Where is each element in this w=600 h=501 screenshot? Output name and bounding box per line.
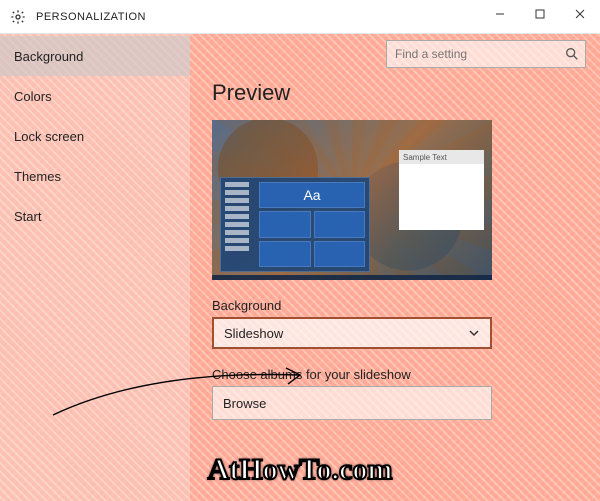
- gear-icon: [10, 9, 26, 25]
- search-input[interactable]: [386, 40, 586, 68]
- settings-window: PERSONALIZATION Background Color: [0, 0, 600, 501]
- background-dropdown[interactable]: Slideshow: [212, 317, 492, 349]
- sidebar-item-label: Colors: [14, 89, 52, 104]
- preview-heading: Preview: [212, 80, 578, 106]
- close-icon: [575, 9, 585, 19]
- body: Background Colors Lock screen Themes Sta…: [0, 34, 600, 501]
- preview-window-titlebar: Sample Text: [399, 150, 484, 164]
- window-title: PERSONALIZATION: [36, 11, 146, 23]
- sidebar-item-colors[interactable]: Colors: [0, 76, 190, 116]
- sidebar: Background Colors Lock screen Themes Sta…: [0, 34, 190, 501]
- sidebar-item-themes[interactable]: Themes: [0, 156, 190, 196]
- content-pane: Preview Aa Sample Text Background Slides…: [190, 34, 600, 501]
- sidebar-item-label: Themes: [14, 169, 61, 184]
- minimize-button[interactable]: [480, 0, 520, 28]
- preview-thumbnail: Aa Sample Text: [212, 120, 492, 280]
- preview-start-menu: Aa: [220, 177, 370, 272]
- chevron-down-icon: [468, 327, 480, 339]
- title-bar: PERSONALIZATION: [0, 0, 600, 34]
- sidebar-item-label: Start: [14, 209, 41, 224]
- preview-sample-window: Sample Text: [399, 150, 484, 230]
- browse-label: Browse: [223, 396, 266, 411]
- sidebar-item-background[interactable]: Background: [0, 36, 190, 76]
- preview-tile-aa: Aa: [259, 182, 365, 208]
- background-dropdown-value: Slideshow: [224, 326, 283, 341]
- sidebar-item-label: Lock screen: [14, 129, 84, 144]
- watermark: AtHowTo.com: [208, 453, 393, 487]
- maximize-icon: [535, 9, 545, 19]
- minimize-icon: [495, 9, 505, 19]
- preview-taskbar: [212, 275, 492, 280]
- sidebar-item-start[interactable]: Start: [0, 196, 190, 236]
- background-label: Background: [212, 298, 578, 313]
- close-button[interactable]: [560, 0, 600, 28]
- albums-label: Choose albums for your slideshow: [212, 367, 578, 382]
- search-container: [386, 40, 586, 68]
- browse-button[interactable]: Browse: [212, 386, 492, 420]
- window-controls: [480, 0, 600, 28]
- search-icon: [564, 46, 580, 62]
- sidebar-item-label: Background: [14, 49, 83, 64]
- maximize-button[interactable]: [520, 0, 560, 28]
- sidebar-item-lock-screen[interactable]: Lock screen: [0, 116, 190, 156]
